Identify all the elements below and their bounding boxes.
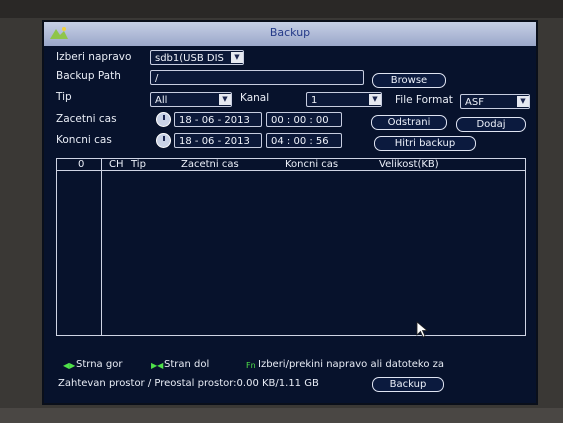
- mouse-cursor-icon: [416, 321, 429, 338]
- channel-value: 1: [311, 95, 318, 106]
- chevron-down-icon: ▼: [231, 52, 243, 63]
- space-info: Zahtevan prostor / Preostal prostor:0.00…: [58, 378, 319, 389]
- backup-path-label: Backup Path: [56, 70, 121, 82]
- add-button[interactable]: Dodaj: [456, 117, 526, 132]
- chevron-down-icon: ▼: [517, 96, 529, 107]
- file-table[interactable]: 0 CH Tip Zacetni cas Koncni cas Velikost…: [56, 158, 526, 336]
- column-header-channel: CH: [109, 159, 124, 170]
- page-down-hint: Stran dol: [164, 359, 210, 370]
- chevron-down-icon: ▼: [219, 94, 231, 105]
- end-time-field[interactable]: 04 : 00 : 56: [266, 133, 342, 148]
- window-title: Backup: [269, 26, 311, 39]
- type-value: All: [155, 95, 168, 106]
- start-date-field[interactable]: 18 - 06 - 2013: [174, 112, 262, 127]
- device-value: sdb1(USB DIS: [155, 53, 224, 64]
- monitor-bezel-top: [0, 0, 563, 18]
- browse-button[interactable]: Browse: [372, 73, 446, 88]
- page-up-hint: Strna gor: [76, 359, 123, 370]
- column-header-end: Koncni cas: [285, 159, 339, 170]
- select-hint: Izberi/prekini napravo ali datoteko za: [258, 359, 445, 370]
- monitor-bezel-bottom: [0, 408, 563, 423]
- column-divider: [101, 159, 102, 335]
- channel-label: Kanal: [240, 92, 270, 104]
- start-time-field[interactable]: 00 : 00 : 00: [266, 112, 342, 127]
- page-down-icon: ▶◀: [151, 361, 164, 370]
- clock-icon[interactable]: [156, 112, 171, 127]
- column-header-index: 0: [78, 159, 85, 170]
- remove-button[interactable]: Odstrani: [371, 115, 447, 130]
- device-label: Izberi napravo: [56, 51, 132, 63]
- backup-window: Backup Izberi napravo sdb1(USB DIS ▼ Bac…: [42, 20, 538, 405]
- quick-backup-button[interactable]: Hitri backup: [374, 136, 476, 151]
- chevron-down-icon: ▼: [369, 94, 381, 105]
- end-time-label: Koncni cas: [56, 134, 112, 146]
- backup-path-field[interactable]: /: [150, 70, 364, 85]
- type-label: Tip: [56, 91, 72, 103]
- column-header-start: Zacetni cas: [181, 159, 239, 170]
- title-bar: Backup: [44, 22, 536, 46]
- column-header-type: Tip: [131, 159, 146, 170]
- file-format-value: ASF: [465, 97, 484, 108]
- device-select[interactable]: sdb1(USB DIS ▼: [150, 50, 244, 65]
- start-time-label: Zacetni cas: [56, 113, 117, 125]
- channel-select[interactable]: 1 ▼: [306, 92, 382, 107]
- end-date-field[interactable]: 18 - 06 - 2013: [174, 133, 262, 148]
- column-header-size: Velikost(KB): [379, 159, 439, 170]
- clock-icon[interactable]: [156, 133, 171, 148]
- file-format-select[interactable]: ASF ▼: [460, 94, 530, 109]
- page-up-icon: ◀▶: [63, 361, 76, 370]
- table-header: 0 CH Tip Zacetni cas Koncni cas Velikost…: [57, 159, 525, 171]
- file-format-label: File Format: [395, 94, 453, 106]
- function-key-icon: Fn: [246, 361, 256, 370]
- type-select[interactable]: All ▼: [150, 92, 232, 107]
- backup-button[interactable]: Backup: [372, 377, 444, 392]
